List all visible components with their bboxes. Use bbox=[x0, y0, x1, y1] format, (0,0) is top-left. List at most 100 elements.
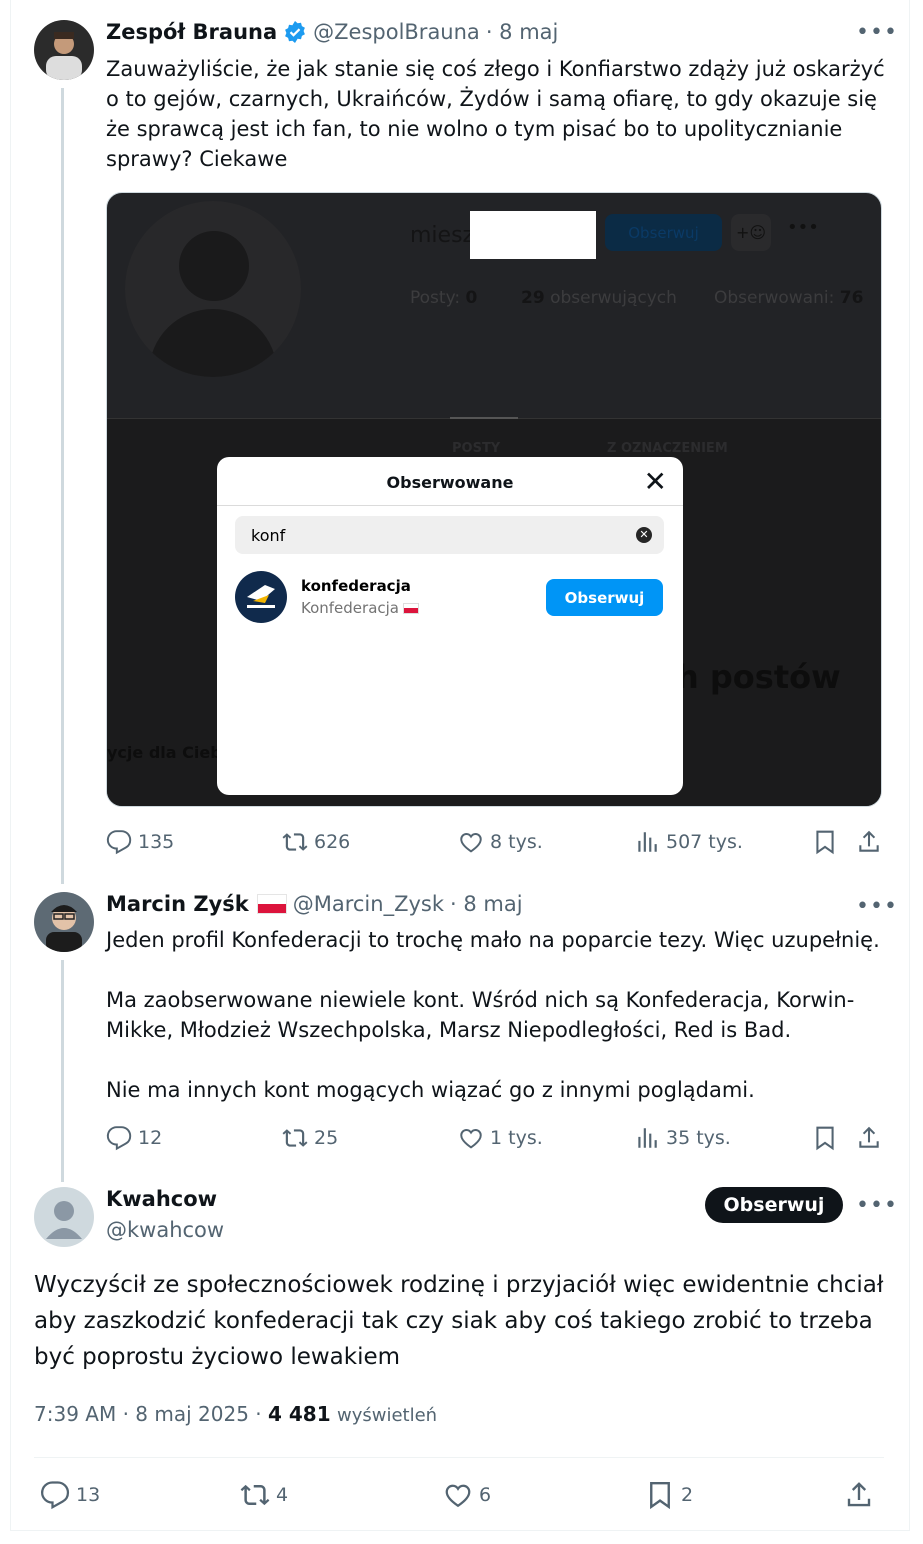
tweet-actions: 12 25 1 tys. 35 tys. bbox=[106, 1125, 882, 1155]
heart-icon bbox=[460, 833, 482, 853]
more-options-icon[interactable]: ••• bbox=[856, 894, 898, 919]
tweet-actions: 135 626 8 tys. 507 tys. bbox=[106, 829, 882, 859]
reply-icon bbox=[106, 830, 132, 855]
avatar[interactable] bbox=[34, 892, 94, 952]
posts-label: Posty: bbox=[410, 288, 461, 308]
profile-follow-button: Obserwuj bbox=[605, 214, 722, 251]
views-label: wyświetleń bbox=[337, 1405, 438, 1426]
heart-icon bbox=[445, 1484, 471, 1508]
profile-more-icon: ••• bbox=[787, 217, 819, 238]
post-date[interactable]: · 8 maj bbox=[486, 20, 559, 44]
post-date[interactable]: · 8 maj bbox=[450, 892, 523, 916]
repost-count: 25 bbox=[314, 1127, 339, 1149]
posts-stat: Posty: 0 bbox=[410, 288, 477, 308]
author-handle[interactable]: @Marcin_Zysk bbox=[293, 892, 444, 916]
views-count: 35 tys. bbox=[666, 1127, 731, 1149]
repost-button[interactable]: 25 bbox=[282, 1125, 338, 1151]
bookmark-button[interactable]: 2 bbox=[645, 1480, 693, 1510]
close-icon: ✕ bbox=[643, 465, 667, 498]
like-count: 8 tys. bbox=[490, 831, 543, 853]
reply-count: 135 bbox=[138, 831, 175, 853]
author-handle[interactable]: @kwahcow bbox=[106, 1218, 224, 1242]
views-icon bbox=[638, 1128, 657, 1148]
share-icon bbox=[847, 1482, 871, 1507]
tweet-text: Ma zaobserwowane niewiele kont. Wśród ni… bbox=[106, 988, 855, 1042]
bookmark-icon[interactable] bbox=[812, 829, 838, 855]
reply-button[interactable]: 13 bbox=[40, 1480, 100, 1510]
verified-badge-icon bbox=[283, 20, 307, 44]
like-button[interactable]: 6 bbox=[443, 1480, 491, 1510]
views-icon bbox=[638, 832, 657, 852]
poland-flag-icon bbox=[256, 894, 287, 914]
views-button[interactable]: 35 tys. bbox=[634, 1125, 731, 1151]
tweet-text: Jeden profil Konfederacji to trochę mało… bbox=[106, 928, 880, 952]
bookmark-icon bbox=[650, 1481, 670, 1510]
following-count: 76 bbox=[839, 288, 864, 308]
followers-stat: 29 obserwujących bbox=[521, 288, 677, 308]
repost-button[interactable]: 626 bbox=[282, 829, 350, 855]
tab-tagged: Z OZNACZENIEM bbox=[607, 441, 728, 456]
profile-picture-placeholder bbox=[125, 201, 301, 377]
bookmark-count: 2 bbox=[681, 1484, 694, 1506]
share-button[interactable] bbox=[844, 1480, 880, 1510]
tweet-text: Wyczyścił ze społecznościowek rodzinę i … bbox=[34, 1272, 884, 1370]
tweet-text: Zauważyliście, że jak stanie się coś złe… bbox=[106, 57, 885, 171]
account-follow-button: Obserwuj bbox=[546, 579, 663, 616]
author-handle[interactable]: @ZespolBrauna bbox=[313, 20, 480, 44]
search-input bbox=[251, 516, 621, 554]
tweet-text: Nie ma innych kont mogących wiązać go z … bbox=[106, 1078, 755, 1102]
flag-icon bbox=[403, 602, 419, 614]
like-button[interactable]: 8 tys. bbox=[458, 829, 543, 855]
clear-icon: ✕ bbox=[636, 527, 652, 543]
dialog-search: ✕ bbox=[235, 516, 664, 554]
heart-icon bbox=[460, 1129, 482, 1149]
repost-icon bbox=[240, 1484, 270, 1506]
dialog-divider bbox=[217, 505, 683, 506]
repost-icon bbox=[282, 833, 308, 851]
followers-count: 29 bbox=[521, 288, 545, 308]
views-count: 4 481 bbox=[268, 1402, 331, 1426]
thread-line bbox=[61, 88, 64, 884]
bookmark-icon[interactable] bbox=[812, 1125, 838, 1151]
following-dialog: Obserwowane ✕ ✕ konfederacja Konfederacj… bbox=[217, 457, 683, 795]
author-name[interactable]: Kwahcow bbox=[106, 1187, 217, 1211]
default-avatar[interactable] bbox=[34, 1187, 94, 1247]
repost-button[interactable]: 4 bbox=[240, 1480, 288, 1510]
avatar[interactable] bbox=[34, 20, 94, 80]
reply-button[interactable]: 12 bbox=[106, 1125, 162, 1151]
add-person-icon: +☺ bbox=[731, 214, 771, 251]
attached-image[interactable]: miesz Obserwuj +☺ ••• Posty: 0 29 obserw… bbox=[106, 192, 882, 807]
reply-icon bbox=[40, 1481, 70, 1510]
author-name[interactable]: Marcin Zyśk bbox=[106, 892, 249, 916]
account-username: konfederacja bbox=[301, 577, 411, 595]
like-button[interactable]: 1 tys. bbox=[458, 1125, 543, 1151]
views-count: 507 tys. bbox=[666, 831, 743, 853]
dialog-title: Obserwowane bbox=[386, 473, 514, 492]
suggestions-heading: ycje dla Ciebi bbox=[107, 743, 228, 762]
more-options-icon[interactable]: ••• bbox=[856, 20, 898, 45]
reply-button[interactable]: 135 bbox=[106, 829, 174, 855]
tweet-meta: 7:39 AM · 8 maj 2025 · 4 481 wyświetleń bbox=[34, 1402, 437, 1426]
repost-icon bbox=[282, 1129, 308, 1147]
more-options-icon[interactable]: ••• bbox=[856, 1193, 898, 1218]
active-tab-indicator bbox=[450, 417, 518, 419]
thread-line bbox=[61, 960, 64, 1182]
like-count: 6 bbox=[479, 1484, 492, 1506]
account-display-name: Konfederacja bbox=[301, 599, 399, 617]
reply-count: 12 bbox=[138, 1127, 163, 1149]
views-button[interactable]: 507 tys. bbox=[634, 829, 743, 855]
reply-icon bbox=[106, 1126, 132, 1151]
share-icon[interactable] bbox=[856, 829, 882, 855]
divider bbox=[34, 1457, 884, 1458]
tab-posts: POSTY bbox=[452, 441, 501, 456]
following-label: Obserwowani: bbox=[714, 288, 835, 308]
timestamp[interactable]: 7:39 AM · 8 maj 2025 · bbox=[34, 1402, 262, 1426]
share-icon[interactable] bbox=[856, 1125, 882, 1151]
follow-button[interactable]: Obserwuj bbox=[705, 1187, 843, 1223]
reply-count: 13 bbox=[76, 1484, 101, 1506]
followers-label: obserwujących bbox=[550, 288, 677, 308]
repost-count: 4 bbox=[276, 1484, 289, 1506]
posts-count: 0 bbox=[465, 288, 478, 308]
account-avatar bbox=[235, 571, 287, 623]
author-name[interactable]: Zespół Brauna bbox=[106, 20, 277, 44]
